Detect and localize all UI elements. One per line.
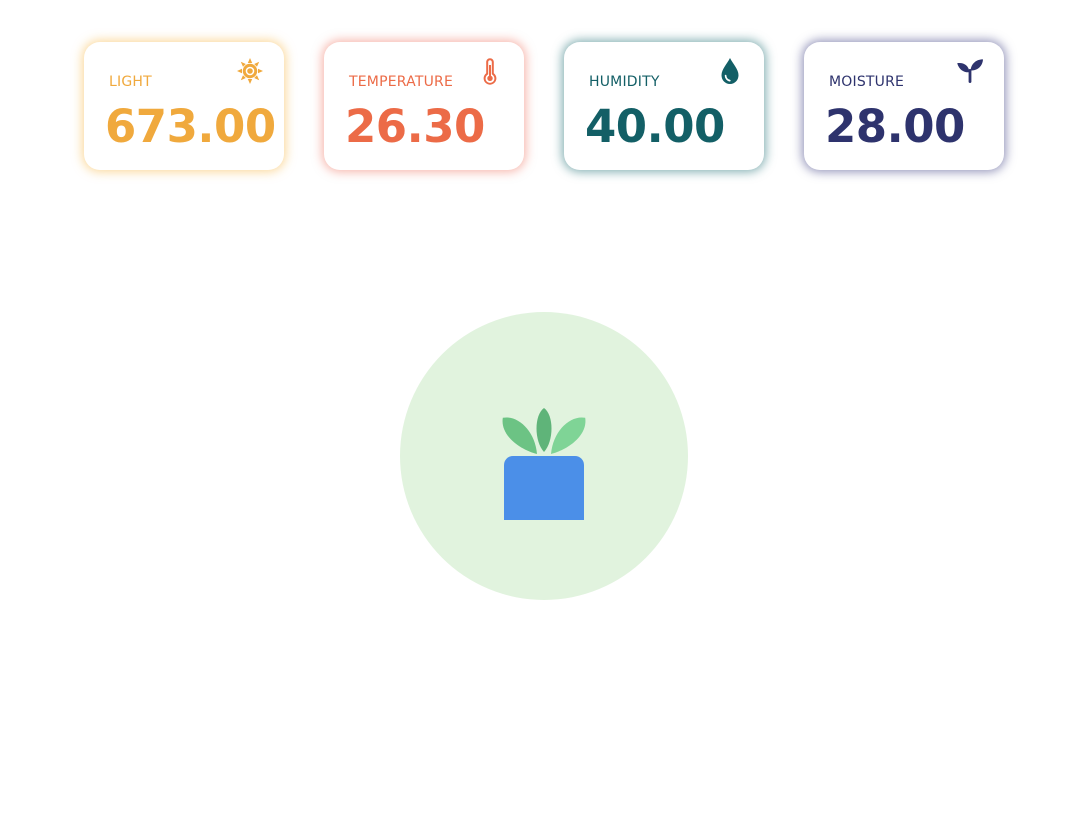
sensor-cards: LIGHT 673.00 TEMPERATURE 26.30 HUMIDITY … [84, 42, 1004, 170]
temperature-label: TEMPERATURE [349, 74, 453, 90]
dashboard: LIGHT 673.00 TEMPERATURE 26.30 HUMIDITY … [0, 0, 1068, 821]
humidity-card: HUMIDITY 40.00 [564, 42, 764, 170]
sprout-icon [956, 56, 984, 86]
moisture-value: 28.00 [825, 100, 965, 153]
humidity-label: HUMIDITY [589, 74, 660, 90]
light-card: LIGHT 673.00 [84, 42, 284, 170]
thermometer-icon [476, 56, 504, 86]
light-label: LIGHT [109, 74, 152, 90]
moisture-card: MOISTURE 28.00 [804, 42, 1004, 170]
light-value: 673.00 [105, 100, 276, 153]
moisture-label: MOISTURE [829, 74, 905, 90]
temperature-value: 26.30 [345, 100, 485, 153]
water-drop-icon [716, 56, 744, 86]
humidity-value: 40.00 [585, 100, 725, 153]
sun-icon [236, 56, 264, 86]
temperature-card: TEMPERATURE 26.30 [324, 42, 524, 170]
potted-plant-icon [502, 408, 586, 520]
